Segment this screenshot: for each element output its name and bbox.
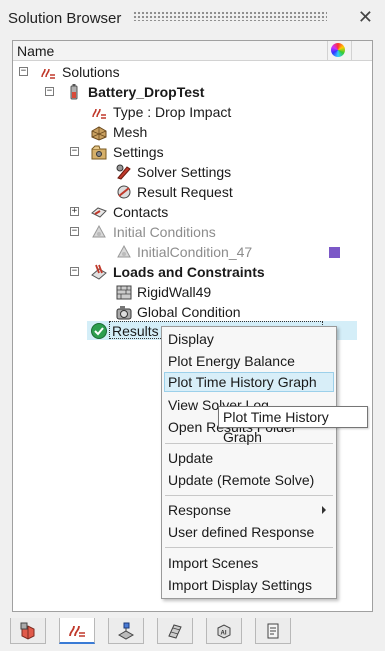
model-icon bbox=[20, 622, 35, 640]
tab-report[interactable] bbox=[255, 618, 291, 644]
tab-solution[interactable] bbox=[59, 618, 95, 644]
tree-item-initialcondition-47[interactable]: InitialCondition_47 bbox=[137, 244, 252, 260]
tree-header: Name bbox=[13, 41, 372, 61]
analysis-icon bbox=[117, 622, 135, 640]
tab-material[interactable] bbox=[157, 618, 193, 644]
results-status-icon bbox=[91, 323, 107, 339]
tab-ai[interactable]: AI bbox=[206, 618, 242, 644]
expander-initial-conditions[interactable]: − bbox=[70, 227, 79, 236]
tree-item-result-request[interactable]: Result Request bbox=[137, 184, 233, 200]
mesh-icon bbox=[91, 126, 107, 141]
menu-item-update-remote-solve[interactable]: Update (Remote Solve) bbox=[164, 470, 334, 490]
tree-item-global-condition[interactable]: Global Condition bbox=[137, 304, 241, 320]
solutions-icon bbox=[41, 68, 55, 79]
header-divider bbox=[327, 41, 328, 61]
tab-model[interactable] bbox=[10, 618, 46, 644]
loads-constraints-icon bbox=[91, 264, 107, 280]
menu-item-import-display-settings[interactable]: Import Display Settings bbox=[164, 575, 334, 595]
panel-title: Solution Browser bbox=[8, 9, 122, 27]
initial-conditions-icon bbox=[92, 224, 106, 238]
menu-separator bbox=[165, 547, 333, 548]
expander-battery[interactable]: − bbox=[45, 87, 54, 96]
tooltip: Plot Time History Graph bbox=[218, 406, 368, 445]
global-condition-icon bbox=[116, 306, 132, 320]
menu-item-response-label: Response bbox=[168, 502, 232, 518]
tree-item-mesh[interactable]: Mesh bbox=[113, 124, 147, 140]
drag-grip[interactable] bbox=[133, 11, 327, 21]
panel-titlebar: Solution Browser ✕ bbox=[0, 0, 385, 36]
tree-item-results[interactable]: Results bbox=[112, 323, 159, 339]
header-divider bbox=[351, 41, 352, 61]
svg-text:AI: AI bbox=[221, 630, 227, 636]
menu-item-import-scenes[interactable]: Import Scenes bbox=[164, 553, 334, 573]
battery-icon bbox=[70, 84, 78, 100]
contacts-icon bbox=[91, 207, 107, 218]
initial-condition-color-swatch[interactable] bbox=[329, 247, 340, 258]
tree-item-battery-droptest[interactable]: Battery_DropTest bbox=[88, 84, 204, 100]
tree-item-solver-settings[interactable]: Solver Settings bbox=[137, 164, 231, 180]
tree-item-solutions[interactable]: Solutions bbox=[62, 64, 120, 80]
menu-item-plot-energy-balance[interactable]: Plot Energy Balance bbox=[164, 351, 334, 371]
tab-analysis[interactable] bbox=[108, 618, 144, 644]
settings-icon bbox=[91, 145, 107, 160]
solution-type-icon bbox=[92, 108, 106, 119]
submenu-arrow-icon bbox=[322, 506, 326, 514]
color-column-icon[interactable] bbox=[331, 43, 345, 57]
menu-item-plot-time-history-graph[interactable]: Plot Time History Graph bbox=[164, 372, 334, 392]
results-context-menu: Display Plot Energy Balance Plot Time Hi… bbox=[161, 326, 337, 599]
menu-item-update[interactable]: Update bbox=[164, 448, 334, 468]
expander-contacts[interactable]: + bbox=[70, 207, 79, 216]
expander-solutions[interactable]: − bbox=[19, 67, 28, 76]
tree-item-type[interactable]: Type : Drop Impact bbox=[113, 104, 231, 120]
initial-condition-icon bbox=[117, 244, 131, 258]
expander-settings[interactable]: − bbox=[70, 147, 79, 156]
menu-item-user-defined-response[interactable]: User defined Response bbox=[164, 522, 334, 542]
expander-loads[interactable]: − bbox=[70, 267, 79, 276]
rigidwall-icon bbox=[116, 285, 132, 300]
tree-item-initial-conditions[interactable]: Initial Conditions bbox=[113, 224, 216, 240]
report-icon bbox=[267, 623, 279, 638]
tree-item-settings[interactable]: Settings bbox=[113, 144, 164, 160]
result-request-icon bbox=[117, 185, 131, 199]
name-column-header[interactable]: Name bbox=[17, 43, 54, 59]
menu-separator bbox=[165, 495, 333, 496]
menu-item-response[interactable]: Response bbox=[164, 500, 334, 520]
solution-icon bbox=[69, 625, 85, 637]
browser-tab-bar: AI bbox=[0, 614, 385, 651]
material-icon bbox=[168, 623, 182, 639]
ai-icon: AI bbox=[217, 623, 231, 639]
menu-item-display[interactable]: Display bbox=[164, 329, 334, 349]
solver-settings-icon bbox=[116, 164, 131, 180]
tree-item-contacts[interactable]: Contacts bbox=[113, 204, 168, 220]
tree-item-rigidwall49[interactable]: RigidWall49 bbox=[137, 284, 211, 300]
tree-item-loads-and-constraints[interactable]: Loads and Constraints bbox=[113, 264, 265, 280]
close-icon[interactable]: ✕ bbox=[358, 7, 373, 27]
